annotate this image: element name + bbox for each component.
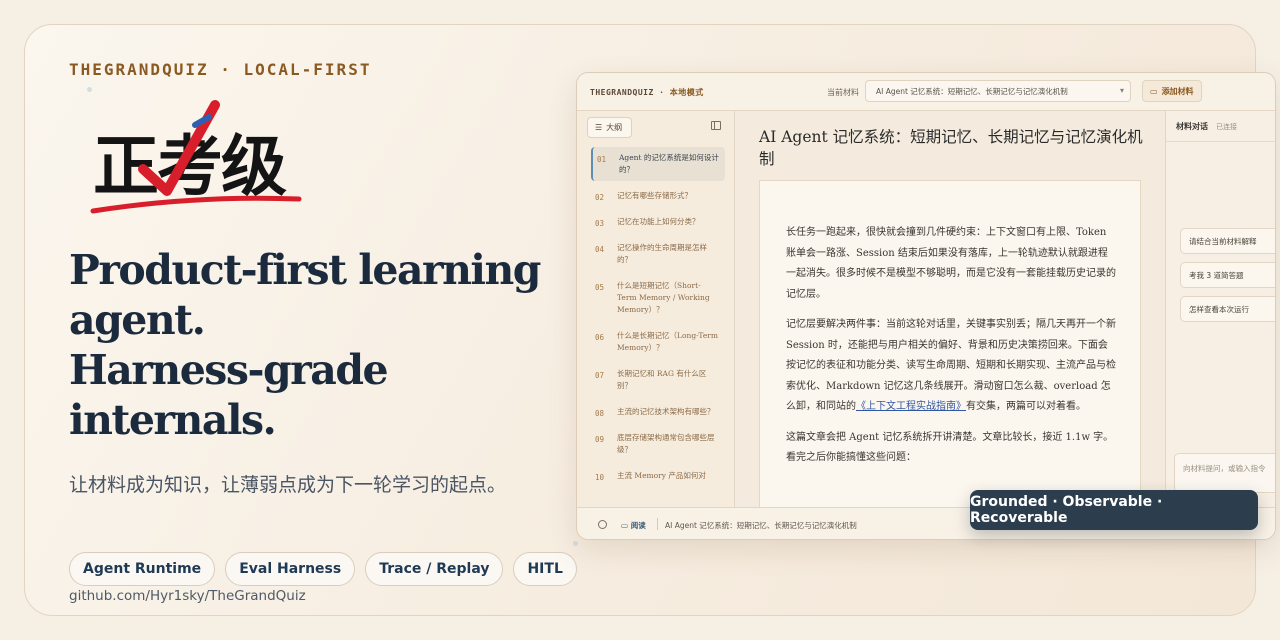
folder-icon: ▭ bbox=[1150, 86, 1158, 96]
app-brand: THEGRANDQUIZ · 本地模式 bbox=[590, 88, 704, 97]
suggestion-chip[interactable]: 考我 3 道简答题 bbox=[1180, 262, 1275, 288]
outline-item[interactable]: 10 主流 Memory 产品如何对 bbox=[591, 465, 725, 487]
chevron-down-icon: ▾ bbox=[1119, 86, 1124, 95]
app-header: THEGRANDQUIZ · 本地模式 当前材料 AI Agent 记忆系统：短… bbox=[577, 73, 1275, 111]
feature-chips: Agent Runtime Eval Harness Trace / Repla… bbox=[69, 552, 577, 586]
outline-item[interactable]: 09 底层存储架构通常包含哪些层级？ bbox=[591, 427, 725, 461]
doc-text: 有交集，两篇可以对着看。 bbox=[966, 401, 1086, 412]
read-mode-label: 阅读 bbox=[630, 521, 646, 530]
chip-eval-harness[interactable]: Eval Harness bbox=[225, 552, 356, 586]
chip-trace-replay[interactable]: Trace / Replay bbox=[365, 552, 504, 586]
doc-paragraph: 记忆层要解决两件事：当前这轮对话里，关键事实别丢；隔几天再开一个新 Sessio… bbox=[786, 315, 1116, 418]
context-guide-link[interactable]: 《上下文工程实战指南》 bbox=[856, 401, 966, 412]
compass-icon[interactable] bbox=[598, 520, 607, 529]
app-brand-name: THEGRANDQUIZ bbox=[590, 88, 654, 97]
outline-button[interactable]: ☰ 大纲 bbox=[587, 117, 632, 138]
headline-line: internals. bbox=[69, 396, 277, 444]
brand-kicker: THEGRANDQUIZ · LOCAL-FIRST bbox=[69, 60, 372, 79]
outline-item-number: 06 bbox=[595, 333, 605, 342]
repo-link[interactable]: github.com/Hyr1sky/TheGrandQuiz bbox=[69, 588, 306, 604]
doc-paragraph: 长任务一跑起来，很快就会撞到几件硬约束：上下文窗口有上限、Token 账单会一路… bbox=[786, 227, 1116, 300]
headline-line: Product-first learning bbox=[69, 246, 541, 294]
divider bbox=[657, 518, 658, 530]
outline-item-text: Agent 的记忆系统是如何设计的？ bbox=[619, 153, 719, 174]
current-material-label: 当前材料 bbox=[827, 88, 859, 97]
outline-item-text: 主流的记忆技术架构有哪些？ bbox=[617, 407, 715, 416]
headline-line: Harness-grade bbox=[69, 346, 389, 394]
subline: 让材料成为知识，让薄弱点成为下一轮学习的起点。 bbox=[69, 474, 507, 496]
outline-item-number: 08 bbox=[595, 409, 605, 418]
document-title: AI Agent 记忆系统：短期记忆、长期记忆与记忆演化机制 bbox=[759, 128, 1143, 168]
outline-item-text: 底层存储架构通常包含哪些层级？ bbox=[617, 433, 715, 454]
outline-item[interactable]: 04 记忆操作的生命周期是怎样的？ bbox=[591, 237, 725, 271]
outline-item[interactable]: 03 记忆在功能上如何分类？ bbox=[591, 211, 725, 233]
outline-item-number: 04 bbox=[595, 245, 605, 254]
add-material-button[interactable]: ▭ 添加材料 bbox=[1142, 80, 1202, 102]
outline-item-number: 05 bbox=[595, 283, 605, 292]
status-material-title: AI Agent 记忆系统：短期记忆、长期记忆与记忆演化机制 bbox=[665, 521, 857, 530]
outline-item[interactable]: 05 什么是短期记忆（Short-Term Memory / Working M… bbox=[591, 275, 725, 321]
outline-list: 01 Agent 的记忆系统是如何设计的？ 02 记忆有哪些存储形式？ 03 记… bbox=[591, 147, 725, 491]
outline-item-number: 01 bbox=[597, 155, 607, 164]
outline-item[interactable]: 07 长期记忆和 RAG 有什么区别？ bbox=[591, 363, 725, 397]
suggestion-chip[interactable]: 请结合当前材料解释 bbox=[1180, 228, 1275, 254]
doc-paragraph: 这篇文章会把 Agent 记忆系统拆开讲清楚。文章比较长，接近 1.1w 字。看… bbox=[786, 431, 1114, 464]
divider bbox=[1166, 141, 1275, 142]
outline-button-label: 大纲 bbox=[606, 123, 623, 132]
chat-status: 已连接 bbox=[1216, 123, 1237, 131]
headline-line: agent. bbox=[69, 296, 206, 344]
outline-item[interactable]: 02 记忆有哪些存储形式？ bbox=[591, 185, 725, 207]
outline-item-number: 07 bbox=[595, 371, 605, 380]
chat-panel: 材料对话 已连接 请结合当前材料解释 考我 3 道简答题 怎样查看本次运行 向材… bbox=[1165, 111, 1275, 507]
outline-item-number: 10 bbox=[595, 473, 605, 482]
doc-text: 记忆层要解决两件事：当前这轮对话里，关键事实别丢；隔几天再开一个新 Sessio… bbox=[786, 319, 1116, 412]
brand-logo: 正考级 bbox=[85, 99, 305, 223]
logo-check-mark bbox=[90, 100, 302, 214]
chat-input[interactable]: 向材料提问，或输入指令 bbox=[1174, 453, 1275, 493]
outline-item-text: 什么是短期记忆（Short-Term Memory / Working Memo… bbox=[617, 281, 710, 314]
add-material-label: 添加材料 bbox=[1161, 86, 1194, 96]
outline-sidebar: ☰ 大纲 01 Agent 的记忆系统是如何设计的？ 02 记忆有哪些存储形式？… bbox=[577, 111, 735, 507]
outline-item[interactable]: 01 Agent 的记忆系统是如何设计的？ bbox=[591, 147, 725, 181]
suggestion-chip[interactable]: 怎样查看本次运行 bbox=[1180, 296, 1275, 322]
sidebar-toggle-icon[interactable] bbox=[711, 121, 721, 130]
chip-hitl[interactable]: HITL bbox=[513, 552, 577, 586]
outline-item[interactable]: 08 主流的记忆技术架构有哪些？ bbox=[591, 401, 725, 423]
outline-item-number: 02 bbox=[595, 193, 605, 202]
headline: Product-first learning agent. Harness-gr… bbox=[69, 245, 569, 445]
app-window: THEGRANDQUIZ · 本地模式 当前材料 AI Agent 记忆系统：短… bbox=[576, 72, 1276, 540]
list-icon: ☰ bbox=[595, 123, 603, 132]
decor-dot bbox=[87, 87, 92, 92]
outline-item-number: 09 bbox=[595, 435, 605, 444]
outline-item-text: 记忆在功能上如何分类？ bbox=[617, 217, 700, 226]
material-select-value: AI Agent 记忆系统：短期记忆、长期记忆与记忆演化机制 bbox=[876, 86, 1068, 96]
reader-pane: AI Agent 记忆系统：短期记忆、长期记忆与记忆演化机制 长任务一跑起来，很… bbox=[735, 111, 1165, 520]
decor-dot bbox=[573, 541, 578, 546]
outline-item-text: 记忆有哪些存储形式？ bbox=[617, 191, 692, 200]
material-select[interactable]: AI Agent 记忆系统：短期记忆、长期记忆与记忆演化机制 ▾ bbox=[865, 80, 1131, 102]
app-mode: 本地模式 bbox=[669, 88, 704, 97]
tagline-badge: Grounded · Observable · Recoverable bbox=[970, 490, 1258, 530]
chat-title: 材料对话 bbox=[1176, 122, 1208, 131]
chip-agent-runtime[interactable]: Agent Runtime bbox=[69, 552, 216, 586]
outline-item-text: 记忆操作的生命周期是怎样的？ bbox=[617, 243, 707, 264]
outline-item-text: 长期记忆和 RAG 有什么区别？ bbox=[617, 369, 707, 390]
outline-item-text: 主流 Memory 产品如何对 bbox=[617, 471, 706, 480]
outline-item-number: 03 bbox=[595, 219, 605, 228]
outline-item-text: 什么是长期记忆（Long-Term Memory）？ bbox=[617, 331, 718, 352]
outline-item[interactable]: 06 什么是长期记忆（Long-Term Memory）？ bbox=[591, 325, 725, 359]
document-body: 长任务一跑起来，很快就会撞到几件硬约束：上下文窗口有上限、Token 账单会一路… bbox=[759, 180, 1141, 520]
read-mode-tab[interactable]: ▭ 阅读 bbox=[621, 520, 646, 531]
